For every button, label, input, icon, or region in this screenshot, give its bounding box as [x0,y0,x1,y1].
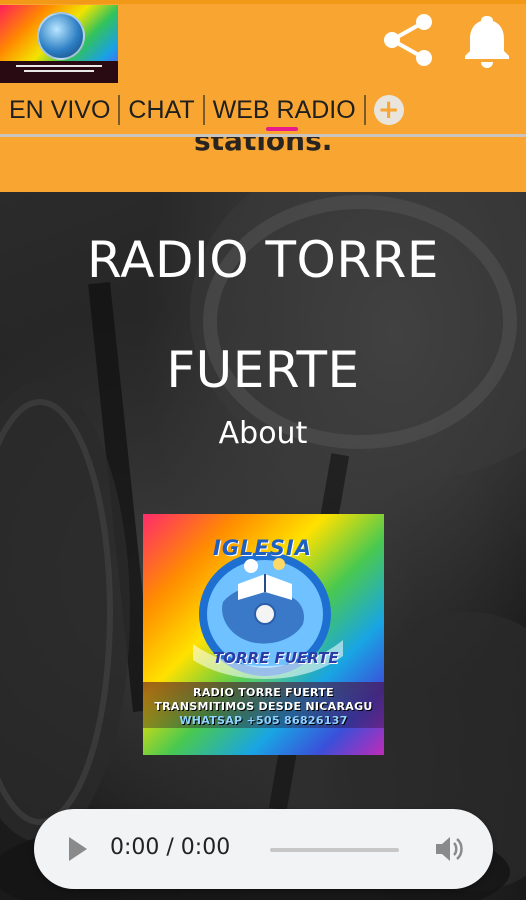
plus-circle-icon[interactable]: + [373,95,404,125]
seek-slider[interactable] [270,848,399,852]
share-icon[interactable] [380,12,436,68]
audio-player: 0:00 / 0:00 [34,809,493,889]
header-divider [0,134,526,137]
app-logo[interactable] [0,5,118,83]
tab-chat[interactable]: CHAT [120,92,202,128]
logo-arc-text-bottom: TORRE FUERTE [213,649,339,667]
logo-whatsapp-number: WHATSAP +505 86826137 [179,714,348,727]
logo-caption-band [0,61,118,83]
logo-arc-text-top: IGLESIA [213,536,312,560]
bell-icon[interactable] [462,12,512,68]
tab-en-vivo[interactable]: EN VIVO [0,92,118,128]
scrolled-content-strip: stations. [0,137,526,192]
tab-web-radio[interactable]: WEB RADIO [205,92,364,131]
header-top-border [0,0,526,4]
logo-globe [37,12,85,60]
play-icon[interactable] [67,835,89,863]
time-display: 0:00 / 0:00 [110,835,231,860]
station-logo-image: IGLESIA TORRE FUERTE RADIO TORRE FUERTE … [143,514,384,755]
tab-bar: EN VIVO CHAT WEB RADIO + [0,90,404,131]
station-title-line2: FUERTE [166,341,360,399]
logo-station-name: RADIO TORRE FUERTE [193,686,334,699]
tab-separator [363,95,366,125]
logo-broadcast-origin: TRANSMITIMOS DESDE NICARAGU [154,700,373,713]
about-label: About [218,416,308,451]
partial-heading-text: stations. [194,137,333,157]
volume-icon[interactable] [434,835,464,863]
app-header: EN VIVO CHAT WEB RADIO + [0,0,526,135]
station-title: RADIO TORRE FUERTE [0,232,526,398]
hero-section: RADIO TORRE FUERTE About IGLESIA TORRE F… [0,192,526,900]
station-title-line1: RADIO TORRE [87,231,439,289]
